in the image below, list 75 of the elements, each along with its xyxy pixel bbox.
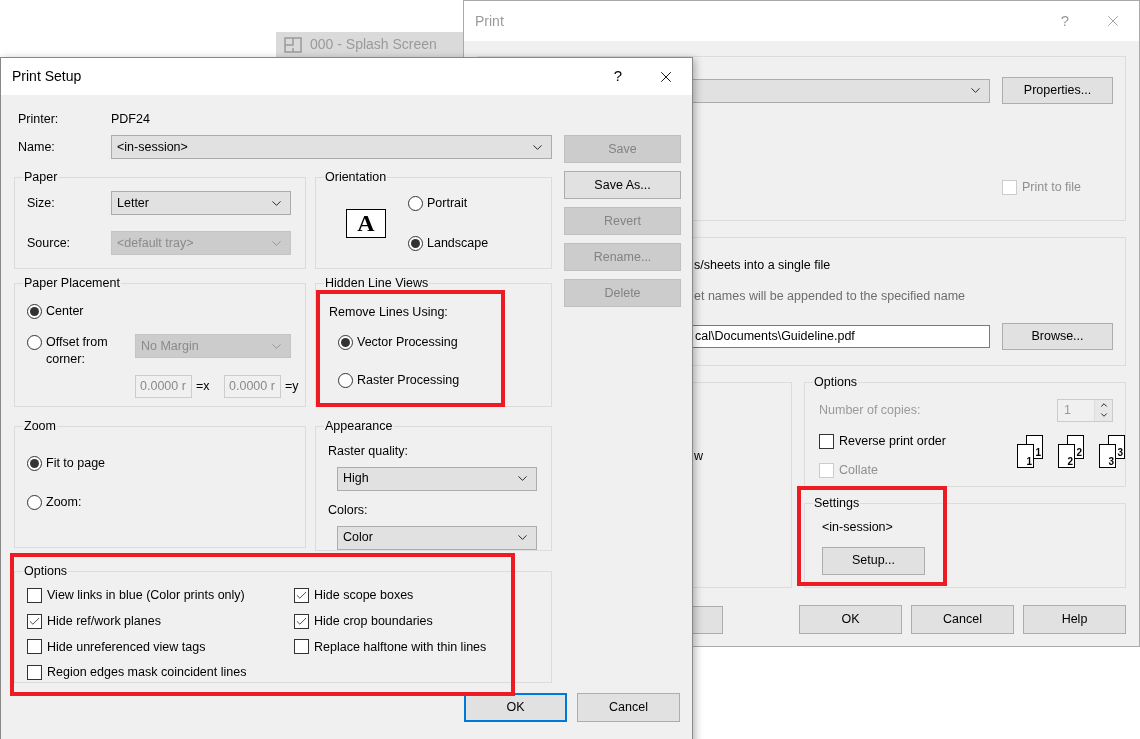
checkbox-label: Hide unreferenced view tags	[47, 638, 206, 656]
option-label: w	[694, 449, 704, 463]
help-button[interactable]: ?	[604, 65, 632, 88]
checkbox-label: Replace halftone with thin lines	[314, 638, 487, 656]
input-field[interactable]: cal\Documents\Guideline.pdf	[690, 324, 990, 348]
checkbox-label: Hide ref/work planes	[47, 612, 161, 630]
checkbox[interactable]	[819, 433, 834, 449]
radio-button[interactable]	[27, 456, 42, 471]
button[interactable]: Properties...	[1002, 77, 1113, 104]
field-label: Raster quality:	[328, 443, 409, 460]
axis-label: =x	[196, 378, 211, 396]
radio-button[interactable]	[408, 235, 423, 251]
button[interactable]: OK	[799, 605, 902, 634]
checkbox[interactable]	[27, 639, 42, 655]
button[interactable]: Cancel	[911, 605, 1014, 634]
radio-label: Fit to page	[46, 455, 106, 472]
group-label: Paper	[23, 169, 59, 185]
group-label: Options	[23, 563, 69, 579]
settings-name: <in-session>	[822, 519, 894, 536]
radio-button[interactable]	[408, 195, 423, 211]
checkbox[interactable]	[27, 587, 42, 603]
field-label: Source:	[27, 234, 72, 252]
checkbox[interactable]	[294, 613, 309, 629]
checkbox-label: Region edges mask coincident lines	[47, 664, 247, 682]
button[interactable]: Browse...	[1002, 322, 1113, 350]
field-label: Printer:	[17, 110, 60, 128]
dropdown[interactable]: Color	[337, 525, 537, 550]
dropdown[interactable]: Letter	[111, 191, 291, 215]
section-label: Remove Lines Using:	[329, 304, 449, 321]
checkbox-label: Collate	[839, 461, 878, 479]
radio-label: Center	[46, 303, 84, 320]
radio-label: Portrait	[427, 194, 468, 212]
field-label: Name:	[17, 138, 56, 156]
radio-button[interactable]	[27, 495, 42, 510]
button[interactable]: Cancel	[577, 693, 680, 722]
group-label: Paper Placement	[23, 275, 121, 291]
checkbox-label: Hide scope boxes	[314, 587, 414, 604]
orientation-preview: A	[346, 208, 386, 238]
radio-label: Zoom:	[46, 494, 82, 511]
field-label: Colors:	[328, 501, 369, 519]
copies-label: Number of copies:	[819, 402, 921, 420]
axis-label: =y	[285, 378, 299, 396]
radio-button[interactable]	[27, 304, 42, 319]
radio-label: Raster Processing	[357, 371, 460, 389]
checkbox[interactable]	[294, 587, 309, 603]
group-label: Appearance	[324, 418, 394, 434]
checkbox-label: Reverse print order	[839, 433, 946, 450]
checkbox-label: Print to file	[1022, 179, 1082, 196]
checkbox-label: View links in blue (Color prints only)	[47, 587, 245, 604]
radio-label: Landscape	[427, 234, 489, 252]
radio-button[interactable]	[27, 335, 42, 350]
radio-button[interactable]	[338, 372, 353, 388]
checkbox[interactable]	[294, 639, 309, 655]
window-title: Print Setup	[12, 67, 83, 86]
field-label: Size:	[27, 194, 56, 212]
dropdown[interactable]: High	[337, 466, 537, 491]
button[interactable]: Save As...	[564, 171, 681, 199]
dropdown[interactable]: <in-session>	[111, 135, 552, 159]
group-label: Settings	[813, 495, 861, 511]
radio-button[interactable]	[338, 334, 353, 350]
floor-plan-icon	[284, 36, 302, 53]
radio-label: Offset from corner:	[46, 334, 109, 368]
button[interactable]: Help	[1023, 605, 1126, 634]
radio-label: Vector Processing	[357, 333, 458, 351]
button[interactable]: Setup...	[822, 546, 925, 575]
tab-label: 000 - Splash Screen	[310, 35, 437, 54]
checkbox[interactable]	[27, 613, 42, 629]
printer-name: PDF24	[111, 110, 150, 128]
checkbox[interactable]	[27, 665, 42, 681]
checkbox-label: Hide crop boundaries	[314, 612, 433, 630]
option-label: s/sheets into a single file	[694, 257, 831, 274]
window-title: Print	[475, 11, 505, 31]
button[interactable]: OK	[464, 693, 567, 722]
group-label: Options	[813, 374, 859, 390]
hint-text: et names will be appended to the specified name	[694, 287, 965, 305]
